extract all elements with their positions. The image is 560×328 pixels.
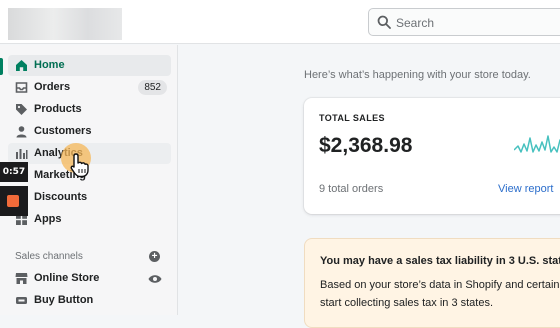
sidebar-item-buy-button[interactable]: Buy Button: [8, 290, 171, 311]
sidebar-item-label: Apps: [34, 213, 62, 225]
top-bar: Search: [0, 0, 560, 44]
stop-recording-button[interactable]: [0, 186, 28, 216]
sidebar-item-label: Orders: [34, 81, 71, 93]
sidebar-item-products[interactable]: Products: [8, 99, 171, 120]
store-logo[interactable]: [8, 8, 122, 40]
tag-icon: [16, 104, 27, 115]
add-channel-icon[interactable]: +: [149, 251, 160, 262]
banner-text-line: Based on your store’s data in Shopify an…: [320, 279, 560, 291]
store-icon: [15, 273, 28, 284]
page-subtitle: Here’s what’s happening with your store …: [304, 69, 531, 81]
total-sales-card: TOTAL SALES $2,368.98 9 total orders Vie…: [304, 98, 560, 214]
sidebar-item-label: Products: [34, 103, 82, 115]
search-icon: [377, 15, 391, 29]
sidebar-item-orders[interactable]: Orders 852: [8, 77, 171, 98]
view-report-link[interactable]: View report: [498, 183, 553, 195]
sales-sparkline: [514, 135, 560, 153]
person-icon: [16, 126, 27, 138]
sidebar-item-online-store[interactable]: Online Store: [8, 268, 171, 289]
buy-button-icon: [16, 297, 27, 304]
main-content: Here’s what’s happening with your store …: [179, 45, 560, 328]
sidebar-item-label: Online Store: [34, 272, 100, 284]
sidebar-item-label: Home: [34, 59, 65, 71]
sidebar-item-home[interactable]: Home: [8, 55, 171, 76]
search-input[interactable]: Search: [368, 8, 560, 36]
orders-count-badge: 852: [138, 80, 167, 95]
sidebar-item-customers[interactable]: Customers: [8, 121, 171, 142]
eye-icon[interactable]: [148, 274, 162, 284]
search-placeholder: Search: [396, 16, 435, 30]
sidebar-item-label: Buy Button: [34, 294, 94, 306]
orders-icon: [15, 82, 28, 93]
card-kicker: TOTAL SALES: [319, 113, 385, 123]
recording-timer: 0:57: [0, 162, 28, 182]
home-icon: [16, 60, 27, 71]
sidebar-item-label: Discounts: [34, 191, 88, 203]
sales-amount: $2,368.98: [319, 134, 413, 157]
stop-icon: [7, 195, 19, 207]
sidebar-item-discounts[interactable]: Discounts: [8, 187, 171, 208]
sales-channels-heading: Sales channels: [15, 251, 83, 262]
active-indicator: [0, 58, 3, 75]
banner-text-line: start collecting sales tax in 3 states.: [320, 297, 494, 309]
sidebar-item-label: Customers: [34, 125, 92, 137]
sidebar-item-apps[interactable]: Apps: [8, 209, 171, 230]
hand-cursor-icon: [70, 153, 89, 178]
bar-chart-icon: [16, 149, 28, 159]
banner-title: You may have a sales tax liability in 3 …: [320, 255, 560, 267]
total-orders: 9 total orders: [319, 183, 384, 195]
